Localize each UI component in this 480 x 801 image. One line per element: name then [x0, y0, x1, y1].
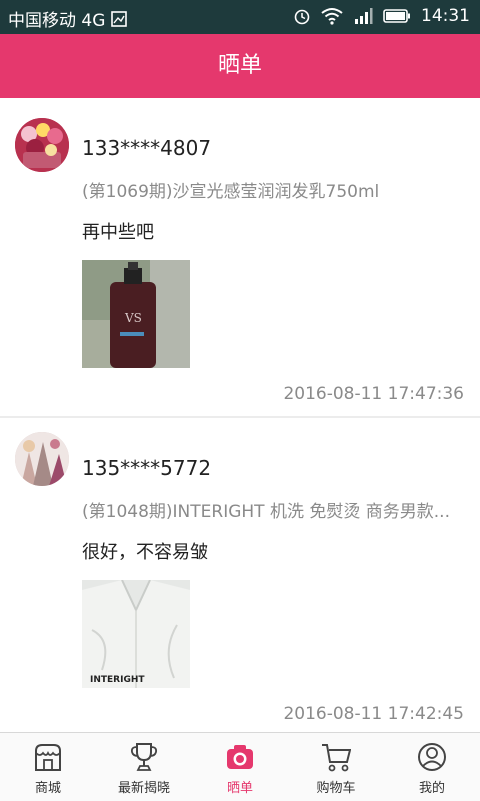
- store-icon: [35, 744, 61, 771]
- post-username: 135****5772: [82, 456, 212, 480]
- avatar-image: [15, 118, 69, 172]
- tab-store[interactable]: 商城: [0, 733, 96, 801]
- status-left: 中国移动 4G: [8, 6, 128, 31]
- tab-latest[interactable]: 最新揭晓: [96, 733, 192, 801]
- avatar-image: [15, 432, 69, 486]
- post-username: 133****4807: [82, 136, 212, 160]
- tab-profile[interactable]: 我的: [384, 733, 480, 801]
- avatar[interactable]: [15, 432, 69, 486]
- tab-label: 商城: [34, 781, 61, 796]
- post-time: 2016-08-11 17:42:45: [283, 704, 464, 724]
- image-notification-icon: [111, 10, 128, 27]
- avatar[interactable]: [15, 118, 69, 172]
- signal-icon: [355, 8, 373, 24]
- clock-label: 14:31: [421, 6, 470, 26]
- tab-label: 晒单: [226, 781, 253, 796]
- user-icon: [418, 743, 446, 771]
- post-comment: 再中些吧: [82, 222, 154, 243]
- cart-icon: [322, 744, 351, 772]
- page-header: 晒单: [0, 34, 480, 98]
- tab-label: 我的: [418, 781, 445, 796]
- post-photo[interactable]: INTERIGHT: [82, 580, 190, 688]
- bottom-tab-bar: 商城 最新揭晓 晒单 购物车 我的: [0, 732, 480, 801]
- tab-label: 最新揭晓: [117, 781, 170, 796]
- post-product-link[interactable]: (第1048期)INTERIGHT 机洗 免熨烫 商务男款...: [82, 497, 472, 522]
- post-time: 2016-08-11 17:47:36: [283, 384, 464, 404]
- post-item[interactable]: 133****4807 (第1069期)沙宣光感莹润润发乳750ml 再中些吧 …: [0, 98, 480, 416]
- post-photo[interactable]: VS: [82, 260, 190, 368]
- status-bar: 中国移动 4G 14:31: [0, 0, 480, 34]
- status-right: 14:31: [293, 6, 470, 26]
- post-comment: 很好，不容易皱: [82, 542, 208, 563]
- alarm-icon: [294, 9, 310, 25]
- product-photo-image: VS: [82, 260, 190, 368]
- tab-label: 购物车: [316, 781, 356, 796]
- tab-showcase[interactable]: 晒单: [192, 733, 288, 801]
- page-title: 晒单: [217, 53, 262, 78]
- trophy-icon: [130, 743, 158, 771]
- tab-cart[interactable]: 购物车: [288, 733, 384, 801]
- post-product-link[interactable]: (第1069期)沙宣光感莹润润发乳750ml: [82, 177, 472, 202]
- svg-text:INTERIGHT: INTERIGHT: [90, 675, 145, 685]
- wifi-icon: [321, 8, 343, 25]
- product-photo-image: INTERIGHT: [82, 580, 190, 688]
- svg-text:VS: VS: [124, 311, 142, 325]
- post-item[interactable]: 135****5772 (第1048期)INTERIGHT 机洗 免熨烫 商务男…: [0, 418, 480, 732]
- camera-icon: [227, 745, 253, 769]
- carrier-label: 中国移动 4G: [8, 11, 106, 31]
- showcase-feed[interactable]: 133****4807 (第1069期)沙宣光感莹润润发乳750ml 再中些吧 …: [0, 98, 480, 732]
- battery-icon: [383, 9, 410, 23]
